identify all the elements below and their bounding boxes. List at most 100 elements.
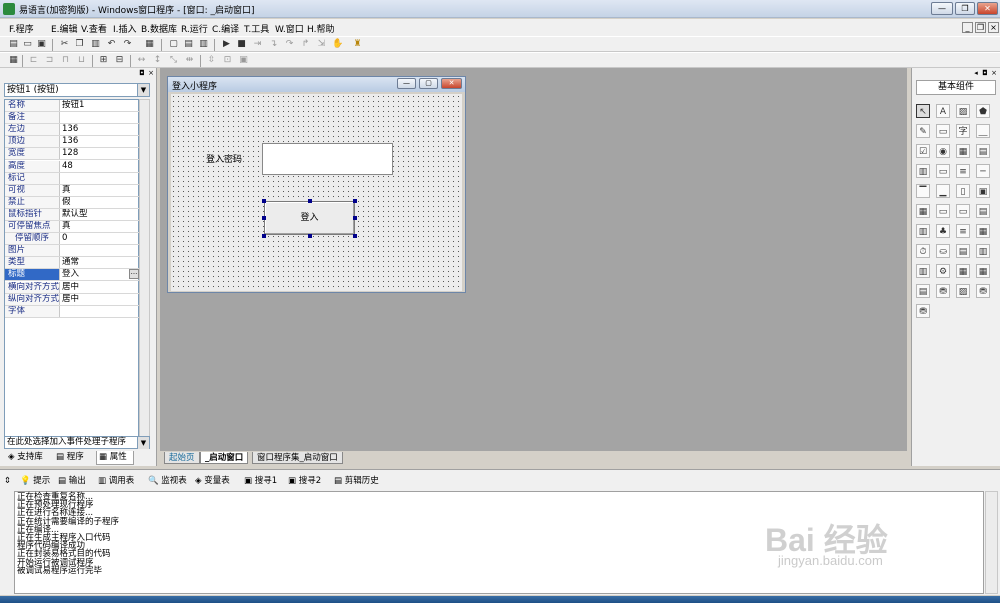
- align-right-icon[interactable]: ⊐: [44, 55, 55, 66]
- login-button[interactable]: 登入: [264, 201, 355, 235]
- line-icon[interactable]: ⎽: [976, 124, 990, 138]
- stop-icon[interactable]: ■: [236, 39, 247, 50]
- find-icon[interactable]: ▦: [144, 39, 155, 50]
- tab-clipboard-history[interactable]: ▤ 剪辑历史: [334, 475, 379, 488]
- property-row[interactable]: 标题 登入 ···: [5, 269, 140, 282]
- step-over-icon[interactable]: ↷: [284, 39, 295, 50]
- align-top-icon[interactable]: ⊓: [60, 55, 71, 66]
- property-row[interactable]: 类型 通常: [5, 257, 140, 270]
- edit-box-icon[interactable]: ✎: [916, 124, 930, 138]
- pin-icon[interactable]: ◘: [138, 69, 146, 77]
- tab-properties[interactable]: ▦ 属性: [96, 451, 134, 465]
- property-row[interactable]: 可停留焦点真: [5, 221, 140, 233]
- align-bottom-icon[interactable]: ⊔: [76, 55, 87, 66]
- table-icon[interactable]: ▥: [916, 224, 930, 238]
- property-value[interactable]: 136: [62, 136, 138, 147]
- resize-handle[interactable]: [308, 234, 312, 238]
- report-icon[interactable]: ▥: [916, 264, 930, 278]
- layout-window-icon[interactable]: ▢: [168, 39, 179, 50]
- pointer-icon[interactable]: ↖: [916, 104, 930, 118]
- resize-handle[interactable]: [262, 216, 266, 220]
- run-to-cursor-icon[interactable]: ⇲: [316, 39, 327, 50]
- property-scrollbar[interactable]: [139, 99, 150, 438]
- redo-icon[interactable]: ↷: [122, 39, 133, 50]
- layout-split-icon[interactable]: ▤: [183, 39, 194, 50]
- binoculars-icon[interactable]: ♜: [352, 39, 363, 50]
- menu-tools[interactable]: T.工具: [244, 22, 269, 35]
- tab-watch[interactable]: 🔍 监视表: [148, 475, 187, 488]
- grid-icon[interactable]: ▦: [8, 55, 19, 66]
- tab-hint[interactable]: 💡 提示: [20, 475, 50, 488]
- object-select[interactable]: 按钮1 (按钮) ▼: [4, 83, 150, 97]
- document-icon[interactable]: ▤: [976, 204, 990, 218]
- paste-icon[interactable]: ▥: [90, 39, 101, 50]
- run-icon[interactable]: ▶: [221, 39, 232, 50]
- property-value[interactable]: 真: [62, 221, 138, 232]
- property-value[interactable]: 128: [62, 148, 138, 159]
- grid-icon[interactable]: ▦: [916, 204, 930, 218]
- shape-icon[interactable]: ⬟: [976, 104, 990, 118]
- cut-icon[interactable]: ✂: [59, 39, 70, 50]
- tab-support-library[interactable]: ◈ 支持库: [6, 451, 43, 465]
- property-value[interactable]: 居中: [62, 294, 138, 305]
- resize-handle[interactable]: [353, 199, 357, 203]
- form-window[interactable]: 登入小程序 — ▢ ✕ 登入密码 登入: [167, 76, 466, 293]
- layout-list-icon[interactable]: ▥: [198, 39, 209, 50]
- pin-icon[interactable]: ◘: [981, 69, 989, 77]
- menu-compile[interactable]: C.编译: [212, 22, 239, 35]
- property-row[interactable]: 顶边 136: [5, 136, 140, 149]
- resize-handle[interactable]: [262, 199, 266, 203]
- event-select[interactable]: 在此处选择加入事件处理子程序 ▼: [4, 436, 150, 449]
- radio-button-icon[interactable]: ◉: [936, 144, 950, 158]
- property-value[interactable]: 假: [62, 197, 138, 208]
- property-value[interactable]: 48: [62, 161, 138, 172]
- property-row[interactable]: 纵向对齐方式 居中: [5, 293, 140, 306]
- property-value[interactable]: 0: [62, 233, 138, 244]
- lock-controls-icon[interactable]: ▣: [238, 55, 249, 66]
- list-icon[interactable]: ≡: [956, 224, 970, 238]
- menu-window[interactable]: W.窗口: [275, 22, 304, 35]
- menu-run[interactable]: R.运行: [181, 22, 208, 35]
- breakpoint-icon[interactable]: ✋: [332, 39, 343, 50]
- ellipsis-button[interactable]: ···: [129, 269, 139, 280]
- resize-handle[interactable]: [353, 216, 357, 220]
- property-row[interactable]: 可视真: [5, 184, 140, 197]
- close-panel-icon[interactable]: ×: [990, 69, 998, 77]
- settings-icon[interactable]: ⚙: [936, 264, 950, 278]
- new-file-icon[interactable]: ▤: [8, 39, 19, 50]
- timer-icon[interactable]: ⏱: [916, 244, 930, 258]
- checkbox-icon[interactable]: ☑: [916, 144, 930, 158]
- ruler-icon[interactable]: ▔: [916, 184, 930, 198]
- property-value[interactable]: 居中: [62, 282, 138, 293]
- database-icon[interactable]: ▦: [956, 264, 970, 278]
- close-panel-icon[interactable]: ×: [147, 69, 155, 77]
- odbc-source-icon[interactable]: ⛃: [916, 304, 930, 318]
- menu-edit[interactable]: E.编辑: [51, 22, 78, 35]
- panel-icon[interactable]: ▣: [976, 184, 990, 198]
- button-icon[interactable]: ▭: [956, 204, 970, 218]
- data-icon[interactable]: ▥: [976, 244, 990, 258]
- tabs-icon[interactable]: ▦: [976, 224, 990, 238]
- palette-expand-icon[interactable]: ◂: [972, 69, 980, 77]
- tab-call-stack[interactable]: ▥ 调用表: [98, 475, 134, 488]
- dialog-icon[interactable]: ▤: [956, 244, 970, 258]
- form-canvas[interactable]: 登入密码 登入: [171, 94, 462, 291]
- step-into-icon[interactable]: ↴: [268, 39, 279, 50]
- property-row[interactable]: 禁止假: [5, 196, 140, 209]
- property-value[interactable]: [62, 306, 138, 317]
- tab-search-1[interactable]: ▣ 搜寻1: [244, 475, 277, 488]
- group-box-icon[interactable]: ▦: [956, 144, 970, 158]
- printer-icon[interactable]: ⛀: [936, 244, 950, 258]
- space-horizontal-icon[interactable]: ⇹: [184, 55, 195, 66]
- tab-startup-window[interactable]: _启动窗口: [200, 452, 249, 464]
- menu-help[interactable]: H.帮助: [307, 22, 334, 35]
- resize-handle[interactable]: [262, 234, 266, 238]
- tree-icon[interactable]: ♣: [936, 224, 950, 238]
- chevron-down-icon[interactable]: ▼: [137, 84, 149, 96]
- property-value[interactable]: 通常: [62, 257, 138, 268]
- property-value[interactable]: 136: [62, 124, 138, 135]
- pin-icon[interactable]: ⇕: [4, 475, 11, 488]
- splitter-icon[interactable]: ▁: [936, 184, 950, 198]
- property-row[interactable]: 字体: [5, 305, 140, 318]
- property-row[interactable]: 备注: [5, 112, 140, 125]
